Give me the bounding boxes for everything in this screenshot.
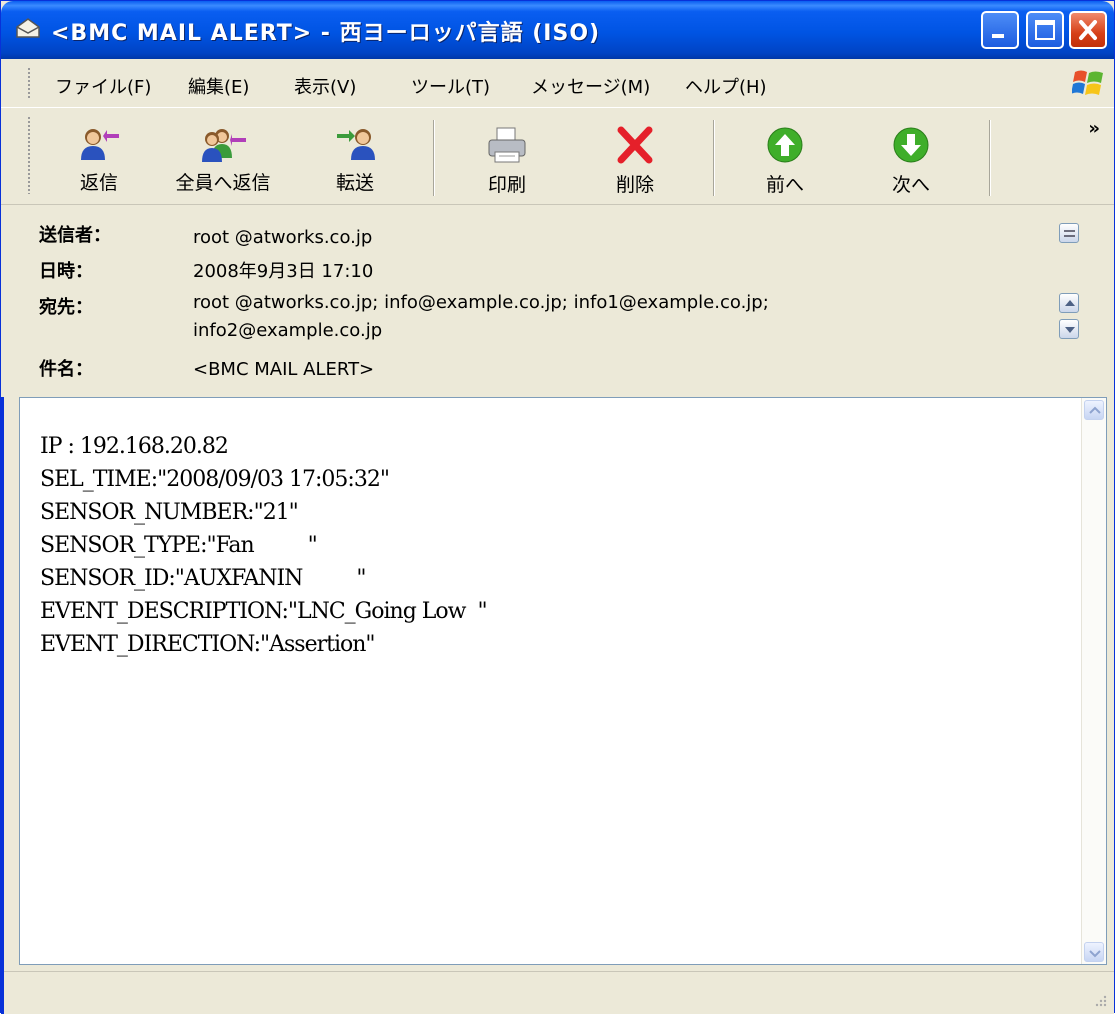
next-button[interactable]: 次へ — [875, 108, 947, 204]
message-body-text: IP : 192.168.20.82 SEL_TIME:"2008/09/03 … — [40, 430, 488, 661]
to-line-1: root @atworks.co.jp; info@example.co.jp;… — [193, 292, 769, 313]
reply-all-button[interactable]: 全員へ返信 — [169, 108, 277, 204]
arrow-down-icon — [1065, 327, 1075, 333]
previous-icon — [767, 127, 803, 163]
resize-grip-icon[interactable] — [1092, 992, 1108, 1008]
reply-icon — [81, 129, 119, 160]
to-field[interactable]: root @atworks.co.jp; info@example.co.jp;… — [193, 289, 1043, 341]
menu-file[interactable]: ファイル(F) — [55, 73, 151, 99]
toolbar-separator — [989, 120, 991, 196]
collapse-header-icon — [1064, 230, 1075, 237]
delete-label: 削除 — [615, 174, 654, 196]
delete-button[interactable]: 削除 — [599, 108, 671, 204]
from-label: 送信者： — [39, 225, 111, 246]
body-line: IP : 192.168.20.82 — [40, 434, 229, 459]
to-line-2: info2@example.co.jp — [193, 320, 383, 341]
body-line: SEL_TIME:"2008/09/03 17:05:32" — [40, 467, 390, 492]
body-line: SENSOR_NUMBER:"21" — [40, 500, 299, 525]
close-icon — [1079, 20, 1097, 40]
date-label: 日時： — [39, 261, 93, 282]
body-line: SENSOR_ID:"AUXFANIN " — [40, 566, 366, 591]
menu-help[interactable]: ヘルプ(H) — [685, 73, 767, 99]
maximize-icon — [1035, 20, 1055, 40]
scroll-down-button[interactable] — [1084, 942, 1104, 962]
toolbar-overflow-chevron-icon[interactable]: » — [1088, 118, 1100, 139]
from-value[interactable]: root @atworks.co.jp — [193, 227, 372, 248]
subject-label: 件名： — [39, 359, 93, 380]
windows-logo-icon — [1072, 70, 1103, 95]
print-icon — [488, 127, 526, 163]
scroll-up-button[interactable] — [1084, 400, 1104, 420]
to-scroll-up-button[interactable] — [1059, 293, 1079, 313]
reply-all-icon — [202, 129, 246, 162]
mail-window: <BMC MAIL ALERT> - 西ヨーロッパ言語 (ISO) ファイル(F… — [0, 0, 1115, 1014]
body-line: SENSOR_TYPE:"Fan " — [40, 533, 318, 558]
menu-grip[interactable] — [27, 67, 31, 99]
header-toggle-button[interactable] — [1059, 223, 1079, 243]
body-line: EVENT_DESCRIPTION:"LNC_Going Low " — [40, 599, 488, 624]
delete-icon — [617, 126, 653, 164]
close-button[interactable] — [1069, 11, 1107, 49]
status-bar — [1, 971, 1114, 1014]
minimize-button[interactable] — [981, 11, 1019, 49]
message-header: 送信者： root @atworks.co.jp 日時： 2008年9月3日 1… — [1, 205, 1114, 395]
maximize-button[interactable] — [1026, 11, 1064, 49]
to-scroll-down-button[interactable] — [1059, 319, 1079, 339]
next-icon — [893, 127, 929, 163]
menu-tools[interactable]: ツール(T) — [411, 73, 490, 99]
body-line: EVENT_DIRECTION:"Assertion" — [40, 632, 376, 657]
title-bar[interactable]: <BMC MAIL ALERT> - 西ヨーロッパ言語 (ISO) — [1, 1, 1114, 59]
subject-value: <BMC MAIL ALERT> — [193, 359, 375, 380]
menu-view[interactable]: 表示(V) — [294, 73, 356, 99]
reply-button[interactable]: 返信 — [63, 108, 135, 204]
toolbar-separator — [713, 120, 715, 196]
reply-all-label: 全員へ返信 — [175, 172, 271, 194]
toolbar-grip[interactable] — [27, 116, 31, 194]
next-label: 次へ — [891, 174, 930, 196]
print-button[interactable]: 印刷 — [471, 108, 543, 204]
reply-label: 返信 — [79, 172, 118, 194]
message-body[interactable]: IP : 192.168.20.82 SEL_TIME:"2008/09/03 … — [19, 397, 1107, 965]
previous-button[interactable]: 前へ — [749, 108, 821, 204]
window-title: <BMC MAIL ALERT> - 西ヨーロッパ言語 (ISO) — [51, 21, 601, 46]
date-value: 2008年9月3日 17:10 — [193, 261, 374, 282]
previous-label: 前へ — [765, 174, 804, 196]
to-label: 宛先： — [39, 297, 93, 318]
body-scrollbar[interactable] — [1081, 398, 1106, 964]
toolbar: 返信 全員へ返信 転送 印刷 削除 前へ 次へ » — [1, 108, 1114, 205]
chevron-down-icon — [1089, 950, 1101, 958]
menu-bar: ファイル(F) 編集(E) 表示(V) ツール(T) メッセージ(M) ヘルプ(… — [1, 59, 1114, 108]
menu-edit[interactable]: 編集(E) — [188, 73, 249, 99]
toolbar-separator — [433, 120, 435, 196]
minimize-icon — [992, 34, 1004, 38]
chevron-up-icon — [1089, 406, 1101, 414]
forward-icon — [337, 129, 375, 160]
window-left-border — [1, 397, 4, 1014]
forward-button[interactable]: 転送 — [319, 108, 391, 204]
forward-label: 転送 — [335, 172, 374, 194]
print-label: 印刷 — [487, 174, 526, 196]
envelope-icon — [16, 18, 40, 38]
menu-message[interactable]: メッセージ(M) — [531, 73, 650, 99]
arrow-up-icon — [1065, 300, 1075, 306]
